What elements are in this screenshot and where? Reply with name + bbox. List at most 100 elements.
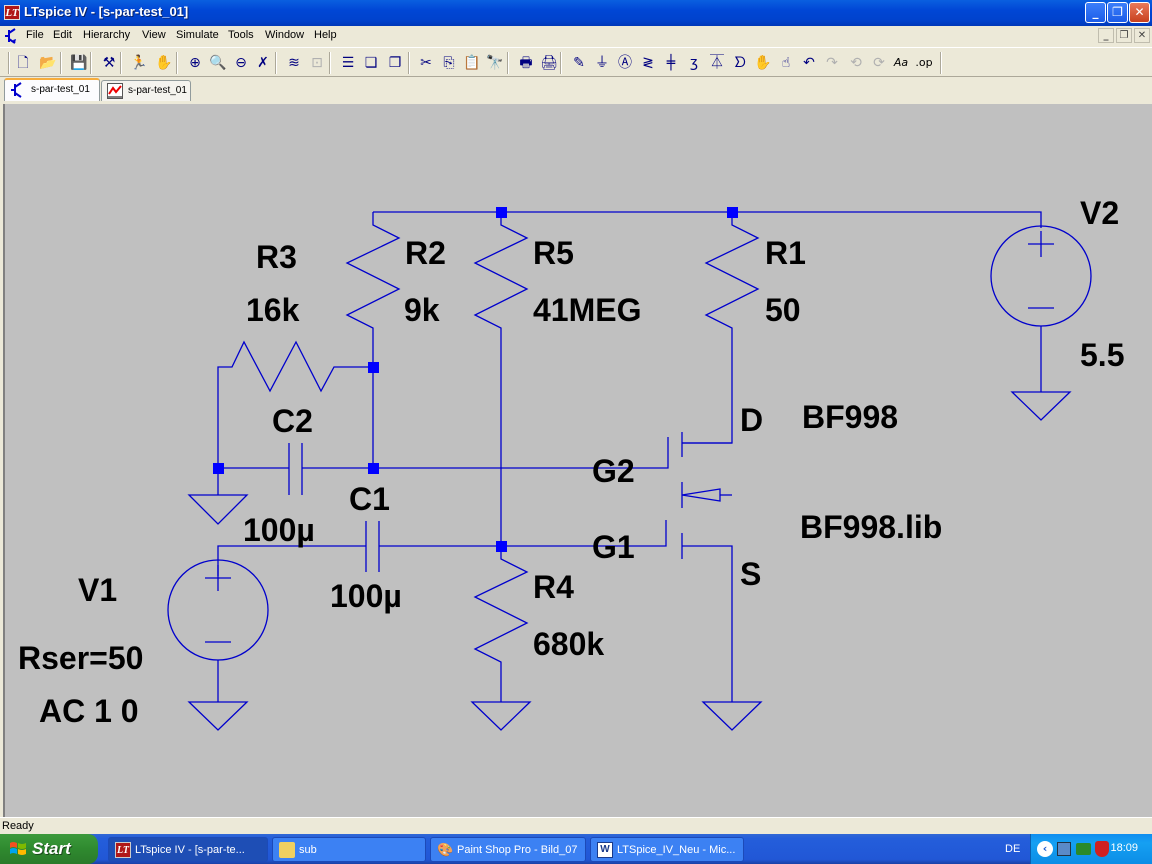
place-ground-icon[interactable]: ⏚ (591, 52, 613, 74)
place-inductor-icon[interactable]: ʒ (683, 52, 705, 74)
mdi-minimize-button[interactable]: _ (1098, 28, 1114, 43)
label-net-icon[interactable]: Ⓐ (614, 52, 636, 74)
security-shield-icon[interactable] (1095, 841, 1109, 857)
pin-g2-label: G2 (592, 453, 635, 489)
zoom-out-icon[interactable]: ⊖ (230, 52, 252, 74)
v1-value: Rser=50 (18, 640, 143, 676)
language-indicator[interactable]: DE (1005, 843, 1020, 855)
spice-directive-icon[interactable]: .op (913, 52, 935, 74)
menu-simulate[interactable]: Simulate (176, 29, 219, 41)
ltspice-app-icon[interactable]: LT (4, 5, 20, 20)
resistor-r5 (473, 212, 529, 546)
clock[interactable]: 18:09 (1110, 842, 1138, 854)
open-icon[interactable]: 📂 (37, 52, 59, 74)
menu-file[interactable]: File (26, 29, 44, 41)
paste-icon[interactable]: 📋 (461, 52, 483, 74)
r5-value: 41MEG (533, 292, 641, 328)
c2-value: 100µ (243, 512, 315, 548)
zoom-in-icon[interactable]: ⊕ (184, 52, 206, 74)
schematic-drawing[interactable]: R3 16k R2 9k R5 41MEG R1 50 V2 5.5 C2 10… (5, 104, 1152, 817)
mdi-restore-button[interactable]: ❐ (1116, 28, 1132, 43)
place-diode-icon[interactable]: ⏄ (706, 52, 728, 74)
cut-icon[interactable]: ✂ (415, 52, 437, 74)
task-paint-shop-pro[interactable]: 🎨 Paint Shop Pro - Bild_07 (430, 837, 586, 862)
r2-value: 9k (404, 292, 440, 328)
drag-icon[interactable]: ☝ (775, 52, 797, 74)
menu-view[interactable]: View (142, 29, 166, 41)
paint-palette-icon: 🎨 (437, 842, 454, 857)
tab-waveform[interactable]: s-par-test_01 (101, 80, 191, 101)
task-word-document[interactable]: W LTSpice_IV_Neu - Mic... (590, 837, 744, 862)
ground-c2 (187, 494, 249, 525)
junction (727, 207, 738, 218)
print-preview-icon[interactable]: 🖶 (515, 52, 537, 74)
close-button[interactable]: ✕ (1129, 2, 1150, 23)
restore-button[interactable]: ❐ (1107, 2, 1128, 23)
start-button[interactable]: Start (0, 834, 98, 864)
network-disconnected-icon[interactable] (1057, 842, 1071, 856)
toolbar-separator (275, 52, 277, 74)
halt-icon[interactable]: ✋ (153, 52, 175, 74)
autorange-icon[interactable]: ≋ (283, 52, 305, 74)
mdi-close-button[interactable]: ✕ (1134, 28, 1150, 43)
schematic-doc-icon[interactable] (4, 28, 20, 44)
zoom-fit-icon[interactable]: ✗ (252, 52, 274, 74)
draw-wire-icon[interactable]: ✎ (568, 52, 590, 74)
task-sub-folder[interactable]: sub (272, 837, 426, 862)
task-sub-label: sub (299, 844, 317, 856)
copy-icon[interactable]: ⎘ (438, 52, 460, 74)
voltage-source-v1 (167, 559, 269, 661)
run-icon[interactable]: 🏃 (128, 52, 150, 74)
save-icon[interactable]: 💾 (68, 52, 90, 74)
ground-source (701, 701, 763, 731)
tile-horizontal-icon[interactable]: ☰ (337, 52, 359, 74)
toolbar-separator (176, 52, 178, 74)
print-icon[interactable]: 🖨 (538, 52, 560, 74)
cascade-icon[interactable]: ❏ (360, 52, 382, 74)
resistor-r4 (473, 546, 529, 702)
tab-schematic-label: s-par-test_01 (31, 84, 90, 95)
status-text: Ready (2, 820, 34, 832)
minimize-button[interactable]: _ (1085, 2, 1106, 23)
menu-help[interactable]: Help (314, 29, 337, 41)
v2-value: 5.5 (1080, 337, 1124, 373)
menu-tools[interactable]: Tools (228, 29, 254, 41)
control-panel-icon[interactable]: ⚒ (98, 52, 120, 74)
redo-icon[interactable]: ↷ (821, 52, 843, 74)
tab-schematic[interactable]: s-par-test_01 (4, 78, 100, 101)
menu-edit[interactable]: Edit (53, 29, 72, 41)
menu-window[interactable]: Window (265, 29, 304, 41)
tile-vertical-icon[interactable]: ❐ (384, 52, 406, 74)
toolbar-separator (8, 52, 10, 74)
v1-value2: AC 1 0 (39, 693, 139, 729)
mirror-icon[interactable]: ⟳ (868, 52, 890, 74)
place-component-icon[interactable]: ᗤ (729, 52, 751, 74)
undo-icon[interactable]: ↶ (798, 52, 820, 74)
r2-name: R2 (405, 235, 446, 271)
voltage-source-v2 (990, 225, 1092, 327)
r1-value: 50 (765, 292, 801, 328)
junction (496, 207, 507, 218)
show-hidden-icons-button[interactable]: ‹ (1037, 841, 1053, 857)
task-ltspice[interactable]: LT LTspice IV - [s-par-te... (108, 837, 268, 862)
find-icon[interactable]: 🔭 (484, 52, 506, 74)
ground-r4 (470, 701, 532, 731)
plot-settings-icon[interactable]: ⊡ (306, 52, 328, 74)
toolbar-separator (329, 52, 331, 74)
windows-flag-icon (10, 842, 26, 855)
pan-icon[interactable]: 🔍 (207, 52, 229, 74)
schematic-canvas[interactable]: R3 16k R2 9k R5 41MEG R1 50 V2 5.5 C2 10… (3, 104, 1152, 817)
rotate-icon[interactable]: ⟲ (845, 52, 867, 74)
move-icon[interactable]: ✋ (752, 52, 774, 74)
ground-v2 (1010, 391, 1072, 421)
c1-name: C1 (349, 481, 390, 517)
device-icon[interactable] (1076, 843, 1091, 855)
mosfet-bf998 (681, 432, 733, 702)
menu-hierarchy[interactable]: Hierarchy (83, 29, 130, 41)
text-icon[interactable]: Aa (890, 52, 912, 74)
place-capacitor-icon[interactable]: ╪ (660, 52, 682, 74)
toolbar-separator (940, 52, 942, 74)
new-schematic-icon[interactable]: 🗋 (12, 52, 34, 74)
toolbar-separator (120, 52, 122, 74)
place-resistor-icon[interactable]: ≷ (637, 52, 659, 74)
